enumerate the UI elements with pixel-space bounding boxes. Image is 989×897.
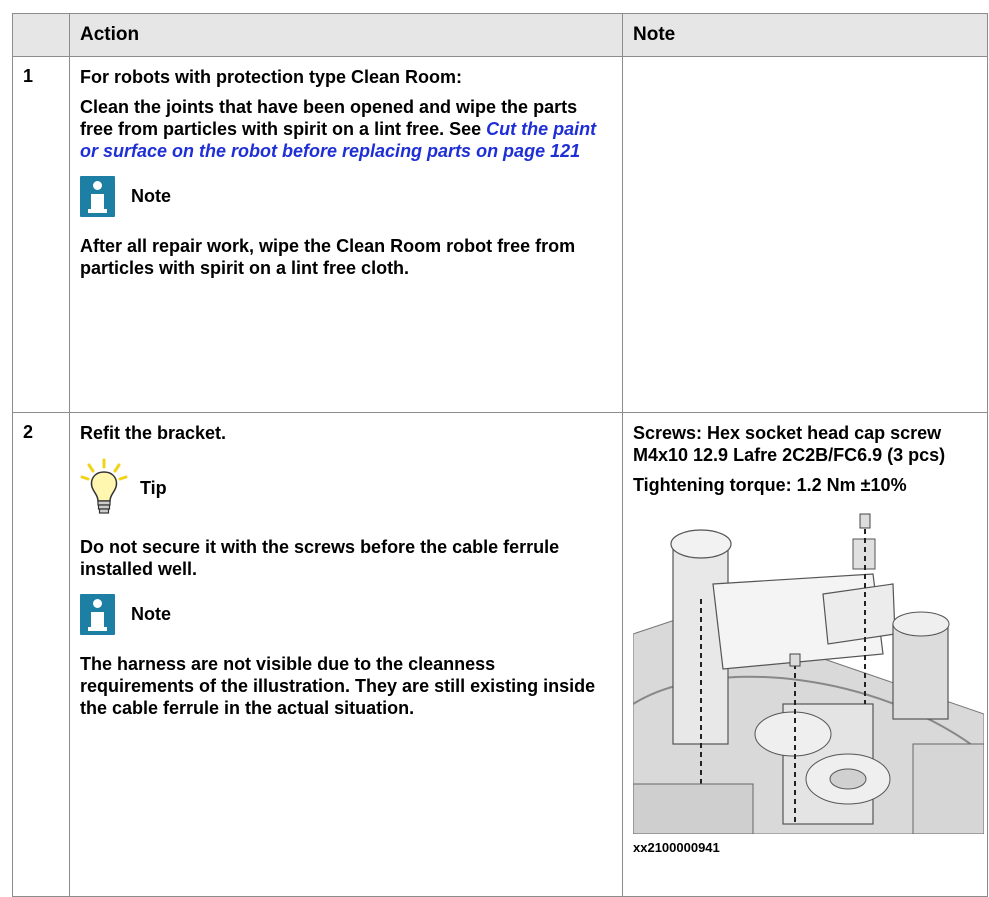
note-callout: Note [80,594,612,635]
header-note: Note [622,13,988,57]
tip-callout: Tip [80,458,612,518]
figure-caption: xx2100000941 [633,840,720,855]
tip-text: Do not secure it with the screws before … [80,537,560,579]
step-action-cell: For robots with protection type Clean Ro… [69,56,623,413]
tip-lightbulb-icon [80,458,128,514]
note-label: Note [131,186,171,206]
note-label: Note [131,604,171,624]
step-number-cell: 2 [12,412,70,897]
header-action: Action [69,13,623,57]
step-note-cell [622,56,988,413]
step-action-cell: Refit the bracket. Tip Do not secure it … [69,412,623,897]
action-title: For robots with protection type Clean Ro… [80,67,462,87]
note-text: After all repair work, wipe the Clean Ro… [80,236,576,278]
torque-spec: Tightening torque: 1.2 Nm ±10% [633,475,907,495]
step-note-cell: Screws: Hex socket head cap screw M4x10 … [622,412,988,897]
table-row-step-1: 1 For robots with protection type Clean … [12,56,988,413]
screws-spec: Screws: Hex socket head cap screw M4x10 … [633,423,946,465]
note-callout: Note [80,176,612,217]
table-row-step-2: 2 Refit the bracket. Tip Do not secure i… [12,412,988,897]
procedure-table: Action Note 1 For robots with protection… [12,13,988,897]
bracket-illustration [633,504,984,834]
note-info-icon [80,594,115,635]
action-text: Clean the joints that have been opened a… [80,97,597,161]
table-header-row: Action Note [12,13,988,57]
note-info-icon [80,176,115,217]
header-number [12,13,70,57]
tip-label: Tip [140,477,167,498]
step-number-cell: 1 [12,56,70,413]
note-text: The harness are not visible due to the c… [80,654,596,718]
action-title: Refit the bracket. [80,423,227,443]
